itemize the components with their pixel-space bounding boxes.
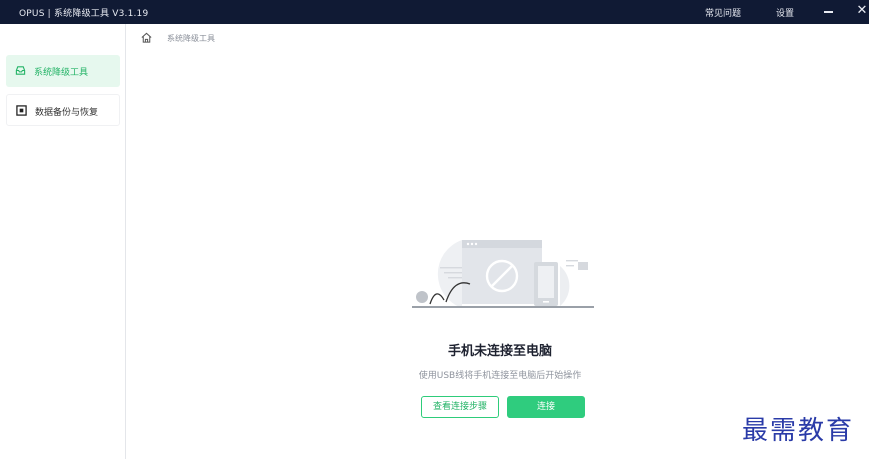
connect-button[interactable]: 连接 [507, 396, 585, 418]
breadcrumb-current: 系统降级工具 [167, 34, 215, 43]
title-bar: OPUS | 系统降级工具 V3.1.19 常见问题 设置 ✕ [0, 0, 869, 24]
empty-state-title: 手机未连接至电脑 [447, 344, 552, 359]
home-icon[interactable] [140, 31, 153, 44]
watermark: 最需教育 [742, 416, 855, 446]
sidebar-item-system-downgrade[interactable]: 系统降级工具 [6, 55, 120, 87]
sidebar: 系统降级工具 数据备份与恢复 [0, 24, 126, 459]
sidebar-item-data-backup[interactable]: 数据备份与恢复 [6, 94, 120, 126]
empty-state-description: 使用USB线将手机连接至电脑后开始操作 [418, 371, 582, 381]
backup-square-icon [16, 105, 27, 116]
app-title: OPUS | 系统降级工具 V3.1.19 [19, 9, 149, 19]
close-button[interactable]: ✕ [855, 3, 869, 19]
faq-link[interactable]: 常见问题 [705, 6, 741, 19]
sidebar-item-label: 系统降级工具 [34, 68, 89, 78]
phone-disconnected-illustration [412, 240, 594, 308]
inbox-icon [15, 66, 26, 75]
sidebar-item-label: 数据备份与恢复 [35, 108, 99, 118]
view-connection-steps-button[interactable]: 查看连接步骤 [421, 396, 499, 418]
minimize-button[interactable] [822, 5, 836, 19]
settings-link[interactable]: 设置 [776, 6, 794, 19]
